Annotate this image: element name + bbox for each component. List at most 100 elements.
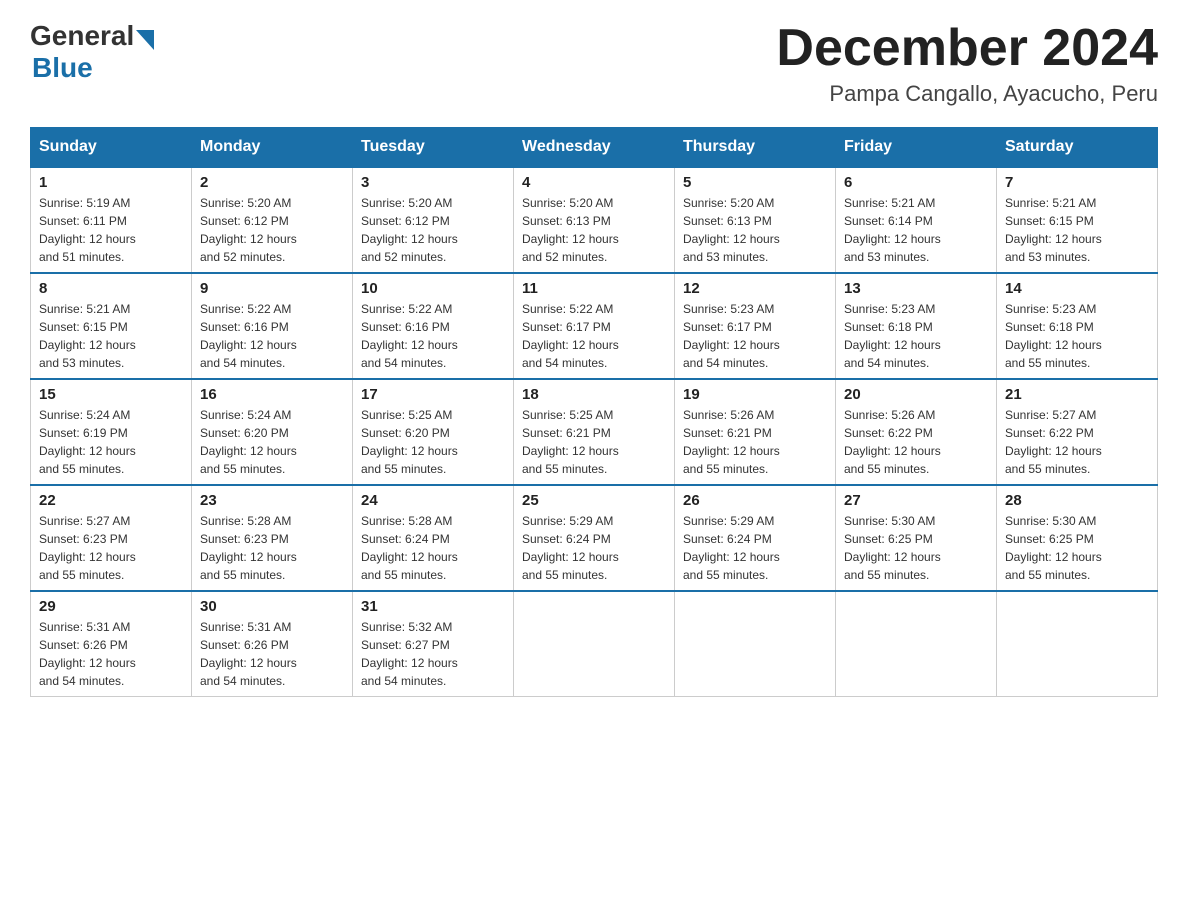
logo-text: General (30, 20, 156, 52)
day-number: 24 (361, 492, 505, 509)
day-number: 27 (844, 492, 988, 509)
calendar-cell: 22 Sunrise: 5:27 AMSunset: 6:23 PMDayligh… (31, 485, 192, 591)
month-title: December 2024 (776, 20, 1158, 77)
day-info: Sunrise: 5:26 AMSunset: 6:22 PMDaylight:… (844, 406, 988, 478)
calendar-cell: 10 Sunrise: 5:22 AMSunset: 6:16 PMDayligh… (353, 273, 514, 379)
day-info: Sunrise: 5:25 AMSunset: 6:20 PMDaylight:… (361, 406, 505, 478)
day-info: Sunrise: 5:25 AMSunset: 6:21 PMDaylight:… (522, 406, 666, 478)
calendar-cell: 14 Sunrise: 5:23 AMSunset: 6:18 PMDayligh… (997, 273, 1158, 379)
day-info: Sunrise: 5:20 AMSunset: 6:12 PMDaylight:… (200, 194, 344, 266)
day-number: 4 (522, 174, 666, 191)
day-info: Sunrise: 5:21 AMSunset: 6:14 PMDaylight:… (844, 194, 988, 266)
day-number: 30 (200, 598, 344, 615)
day-info: Sunrise: 5:23 AMSunset: 6:18 PMDaylight:… (844, 300, 988, 372)
day-info: Sunrise: 5:19 AMSunset: 6:11 PMDaylight:… (39, 194, 183, 266)
day-info: Sunrise: 5:31 AMSunset: 6:26 PMDaylight:… (200, 618, 344, 690)
title-area: December 2024 Pampa Cangallo, Ayacucho, … (776, 20, 1158, 107)
calendar-cell: 26 Sunrise: 5:29 AMSunset: 6:24 PMDayligh… (675, 485, 836, 591)
day-header-tuesday: Tuesday (353, 128, 514, 168)
calendar-header: SundayMondayTuesdayWednesdayThursdayFrid… (31, 128, 1158, 168)
calendar-cell: 2 Sunrise: 5:20 AMSunset: 6:12 PMDaylight… (192, 167, 353, 273)
day-number: 8 (39, 280, 183, 297)
calendar-cell: 13 Sunrise: 5:23 AMSunset: 6:18 PMDayligh… (836, 273, 997, 379)
calendar-cell: 17Sunrise: 5:25 AMSunset: 6:20 PMDayligh… (353, 379, 514, 485)
day-info: Sunrise: 5:30 AMSunset: 6:25 PMDaylight:… (1005, 512, 1149, 584)
day-number: 7 (1005, 174, 1149, 191)
calendar-cell: 24 Sunrise: 5:28 AMSunset: 6:24 PMDayligh… (353, 485, 514, 591)
calendar-week-3: 15 Sunrise: 5:24 AMSunset: 6:19 PMDayligh… (31, 379, 1158, 485)
day-info: Sunrise: 5:31 AMSunset: 6:26 PMDaylight:… (39, 618, 183, 690)
day-info: Sunrise: 5:28 AMSunset: 6:24 PMDaylight:… (361, 512, 505, 584)
calendar-cell: 3 Sunrise: 5:20 AMSunset: 6:12 PMDaylight… (353, 167, 514, 273)
calendar-cell: 9 Sunrise: 5:22 AMSunset: 6:16 PMDaylight… (192, 273, 353, 379)
calendar-cell: 5Sunrise: 5:20 AMSunset: 6:13 PMDaylight… (675, 167, 836, 273)
location-title: Pampa Cangallo, Ayacucho, Peru (776, 81, 1158, 107)
day-number: 20 (844, 386, 988, 403)
calendar-cell: 11 Sunrise: 5:22 AMSunset: 6:17 PMDayligh… (514, 273, 675, 379)
day-number: 25 (522, 492, 666, 509)
day-info: Sunrise: 5:21 AMSunset: 6:15 PMDaylight:… (1005, 194, 1149, 266)
calendar-cell: 12 Sunrise: 5:23 AMSunset: 6:17 PMDayligh… (675, 273, 836, 379)
day-number: 18 (522, 386, 666, 403)
day-number: 26 (683, 492, 827, 509)
day-info: Sunrise: 5:27 AMSunset: 6:22 PMDaylight:… (1005, 406, 1149, 478)
calendar-week-1: 1 Sunrise: 5:19 AMSunset: 6:11 PMDaylight… (31, 167, 1158, 273)
day-info: Sunrise: 5:29 AMSunset: 6:24 PMDaylight:… (522, 512, 666, 584)
calendar-cell: 20 Sunrise: 5:26 AMSunset: 6:22 PMDayligh… (836, 379, 997, 485)
day-number: 12 (683, 280, 827, 297)
calendar-cell: 6Sunrise: 5:21 AMSunset: 6:14 PMDaylight… (836, 167, 997, 273)
calendar-week-5: 29Sunrise: 5:31 AMSunset: 6:26 PMDayligh… (31, 591, 1158, 697)
day-number: 13 (844, 280, 988, 297)
day-number: 15 (39, 386, 183, 403)
logo: General Blue (30, 20, 156, 84)
calendar-cell: 4Sunrise: 5:20 AMSunset: 6:13 PMDaylight… (514, 167, 675, 273)
calendar-cell: 7 Sunrise: 5:21 AMSunset: 6:15 PMDaylight… (997, 167, 1158, 273)
calendar-cell: 25 Sunrise: 5:29 AMSunset: 6:24 PMDayligh… (514, 485, 675, 591)
day-info: Sunrise: 5:23 AMSunset: 6:17 PMDaylight:… (683, 300, 827, 372)
day-number: 19 (683, 386, 827, 403)
day-info: Sunrise: 5:22 AMSunset: 6:17 PMDaylight:… (522, 300, 666, 372)
logo-blue-label: Blue (30, 52, 93, 84)
day-number: 1 (39, 174, 183, 191)
day-info: Sunrise: 5:23 AMSunset: 6:18 PMDaylight:… (1005, 300, 1149, 372)
day-header-row: SundayMondayTuesdayWednesdayThursdayFrid… (31, 128, 1158, 168)
day-header-saturday: Saturday (997, 128, 1158, 168)
calendar-table: SundayMondayTuesdayWednesdayThursdayFrid… (30, 127, 1158, 697)
day-info: Sunrise: 5:27 AMSunset: 6:23 PMDaylight:… (39, 512, 183, 584)
day-header-monday: Monday (192, 128, 353, 168)
calendar-week-4: 22 Sunrise: 5:27 AMSunset: 6:23 PMDayligh… (31, 485, 1158, 591)
calendar-cell: 28Sunrise: 5:30 AMSunset: 6:25 PMDayligh… (997, 485, 1158, 591)
day-number: 9 (200, 280, 344, 297)
calendar-cell: 23 Sunrise: 5:28 AMSunset: 6:23 PMDayligh… (192, 485, 353, 591)
day-number: 23 (200, 492, 344, 509)
calendar-cell: 8 Sunrise: 5:21 AMSunset: 6:15 PMDaylight… (31, 273, 192, 379)
calendar-cell (675, 591, 836, 697)
day-info: Sunrise: 5:20 AMSunset: 6:13 PMDaylight:… (683, 194, 827, 266)
calendar-cell: 30 Sunrise: 5:31 AMSunset: 6:26 PMDayligh… (192, 591, 353, 697)
day-number: 10 (361, 280, 505, 297)
day-number: 11 (522, 280, 666, 297)
day-number: 22 (39, 492, 183, 509)
day-info: Sunrise: 5:22 AMSunset: 6:16 PMDaylight:… (200, 300, 344, 372)
calendar-week-2: 8 Sunrise: 5:21 AMSunset: 6:15 PMDaylight… (31, 273, 1158, 379)
calendar-cell: 15 Sunrise: 5:24 AMSunset: 6:19 PMDayligh… (31, 379, 192, 485)
day-info: Sunrise: 5:20 AMSunset: 6:12 PMDaylight:… (361, 194, 505, 266)
day-number: 16 (200, 386, 344, 403)
day-info: Sunrise: 5:28 AMSunset: 6:23 PMDaylight:… (200, 512, 344, 584)
calendar-cell (514, 591, 675, 697)
day-info: Sunrise: 5:26 AMSunset: 6:21 PMDaylight:… (683, 406, 827, 478)
day-number: 2 (200, 174, 344, 191)
day-info: Sunrise: 5:22 AMSunset: 6:16 PMDaylight:… (361, 300, 505, 372)
day-number: 14 (1005, 280, 1149, 297)
calendar-body: 1 Sunrise: 5:19 AMSunset: 6:11 PMDaylight… (31, 167, 1158, 697)
day-info: Sunrise: 5:24 AMSunset: 6:19 PMDaylight:… (39, 406, 183, 478)
day-header-sunday: Sunday (31, 128, 192, 168)
day-header-thursday: Thursday (675, 128, 836, 168)
day-info: Sunrise: 5:21 AMSunset: 6:15 PMDaylight:… (39, 300, 183, 372)
day-info: Sunrise: 5:29 AMSunset: 6:24 PMDaylight:… (683, 512, 827, 584)
calendar-cell: 18 Sunrise: 5:25 AMSunset: 6:21 PMDayligh… (514, 379, 675, 485)
logo-general: General (30, 20, 134, 52)
calendar-cell: 1 Sunrise: 5:19 AMSunset: 6:11 PMDaylight… (31, 167, 192, 273)
day-header-friday: Friday (836, 128, 997, 168)
day-number: 3 (361, 174, 505, 191)
